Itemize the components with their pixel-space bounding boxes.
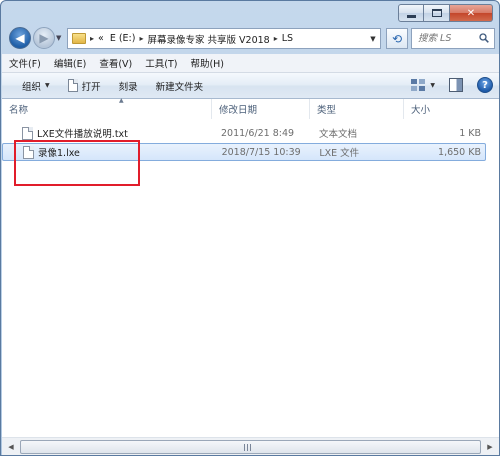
search-icon[interactable] <box>479 33 489 43</box>
maximize-icon <box>431 9 442 17</box>
file-size: 1 KB <box>459 127 481 139</box>
explorer-window: ✕ ◀ ▶ ▼ ▸ « E (E:) ▸ 屏幕录像专家 共享版 V2018 ▸ … <box>0 0 500 456</box>
breadcrumb-overflow[interactable]: « <box>98 33 104 44</box>
column-date-label: 修改日期 <box>219 105 258 116</box>
navigation-bar: ◀ ▶ ▼ ▸ « E (E:) ▸ 屏幕录像专家 共享版 V2018 ▸ LS… <box>1 25 499 51</box>
new-folder-label: 新建文件夹 <box>155 81 204 93</box>
scroll-right-button[interactable]: ▶ <box>482 439 498 455</box>
file-date: 2011/6/21 8:49 <box>221 127 295 139</box>
column-header-type[interactable]: 类型 <box>310 99 404 119</box>
command-bar-right: ▼ ? <box>410 77 493 93</box>
command-bar: 组织 ▼ 打开 刻录 新建文件夹 ▼ ? <box>2 73 499 99</box>
chevron-right-icon[interactable]: ▸ <box>274 34 278 43</box>
sort-ascending-icon: ▲ <box>119 97 124 104</box>
breadcrumb-drive[interactable]: E (E:) <box>110 33 136 44</box>
column-header-name[interactable]: 名称 ▲ <box>2 97 212 119</box>
address-bar[interactable]: ▸ « E (E:) ▸ 屏幕录像专家 共享版 V2018 ▸ LS ▼ <box>67 28 381 49</box>
new-folder-button[interactable]: 新建文件夹 <box>147 73 213 98</box>
help-icon[interactable]: ? <box>477 77 493 93</box>
change-view-icon[interactable] <box>410 78 426 92</box>
organize-label: 组织 <box>22 81 42 93</box>
menu-view[interactable]: 查看(V) <box>92 56 138 70</box>
chevron-right-icon: ▸ <box>90 34 95 43</box>
file-date: 2018/7/15 10:39 <box>221 146 301 158</box>
file-name-cell: LXE文件播放说明.txt <box>2 126 213 140</box>
preview-pane-icon[interactable] <box>449 78 463 92</box>
breadcrumb-current-folder[interactable]: LS <box>282 33 293 44</box>
scroll-left-button[interactable]: ◀ <box>3 439 19 455</box>
menu-bar: 文件(F) 编辑(E) 查看(V) 工具(T) 帮助(H) <box>2 54 499 73</box>
column-type-label: 类型 <box>317 105 337 116</box>
horizontal-scrollbar[interactable]: ◀ ▶ <box>2 437 499 455</box>
column-name-label: 名称 <box>9 105 29 116</box>
open-button[interactable]: 打开 <box>59 73 110 98</box>
close-icon: ✕ <box>466 7 476 19</box>
chevron-down-icon: ▼ <box>45 82 50 89</box>
maximize-button[interactable] <box>424 4 450 22</box>
menu-help[interactable]: 帮助(H) <box>183 56 230 70</box>
search-input[interactable] <box>418 33 478 44</box>
chevron-right-icon[interactable]: ▸ <box>139 34 143 43</box>
burn-button[interactable]: 刻录 <box>110 73 147 98</box>
file-type: 文本文档 <box>319 129 358 140</box>
close-button[interactable]: ✕ <box>450 4 493 22</box>
burn-label: 刻录 <box>118 81 138 93</box>
menu-tools[interactable]: 工具(T) <box>138 56 183 70</box>
open-label: 打开 <box>81 81 101 93</box>
menu-edit[interactable]: 编辑(E) <box>47 56 92 70</box>
minimize-icon <box>406 14 416 18</box>
breadcrumb-app-folder[interactable]: 屏幕录像专家 共享版 V2018 <box>147 32 269 46</box>
file-list-pane: 名称 ▲ 修改日期 类型 大小 LXE文件播放说明.txt 2011/6/21 … <box>2 97 499 437</box>
recent-pages-dropdown[interactable]: ▼ <box>56 34 65 43</box>
back-button[interactable]: ◀ <box>9 27 31 49</box>
forward-arrow-icon: ▶ <box>39 31 49 45</box>
text-file-icon <box>22 126 33 140</box>
column-header-date[interactable]: 修改日期 <box>212 99 310 119</box>
scrollbar-grip-icon <box>244 444 252 451</box>
column-size-label: 大小 <box>411 105 431 116</box>
document-icon <box>67 79 78 92</box>
folder-icon <box>72 33 86 44</box>
menu-file[interactable]: 文件(F) <box>2 56 47 70</box>
column-header-size[interactable]: 大小 <box>404 99 474 119</box>
address-history-dropdown[interactable]: ▼ <box>366 29 380 48</box>
refresh-button[interactable]: ⟲ <box>386 28 408 49</box>
view-options-dropdown[interactable]: ▼ <box>430 82 435 89</box>
organize-button[interactable]: 组织 ▼ <box>2 73 59 98</box>
help-icon-glyph: ? <box>482 79 488 91</box>
column-header: 名称 ▲ 修改日期 类型 大小 <box>2 97 499 119</box>
file-size: 1,650 KB <box>438 146 481 158</box>
file-name: LXE文件播放说明.txt <box>37 129 128 140</box>
back-arrow-icon: ◀ <box>15 31 25 45</box>
scrollbar-thumb[interactable] <box>20 440 481 454</box>
caption-buttons: ✕ <box>398 4 493 22</box>
search-box[interactable] <box>411 28 495 49</box>
minimize-button[interactable] <box>398 4 424 22</box>
refresh-icon: ⟲ <box>391 31 403 46</box>
file-type: LXE 文件 <box>319 148 360 159</box>
forward-button[interactable]: ▶ <box>33 27 55 49</box>
annotation-highlight-box <box>14 140 140 186</box>
